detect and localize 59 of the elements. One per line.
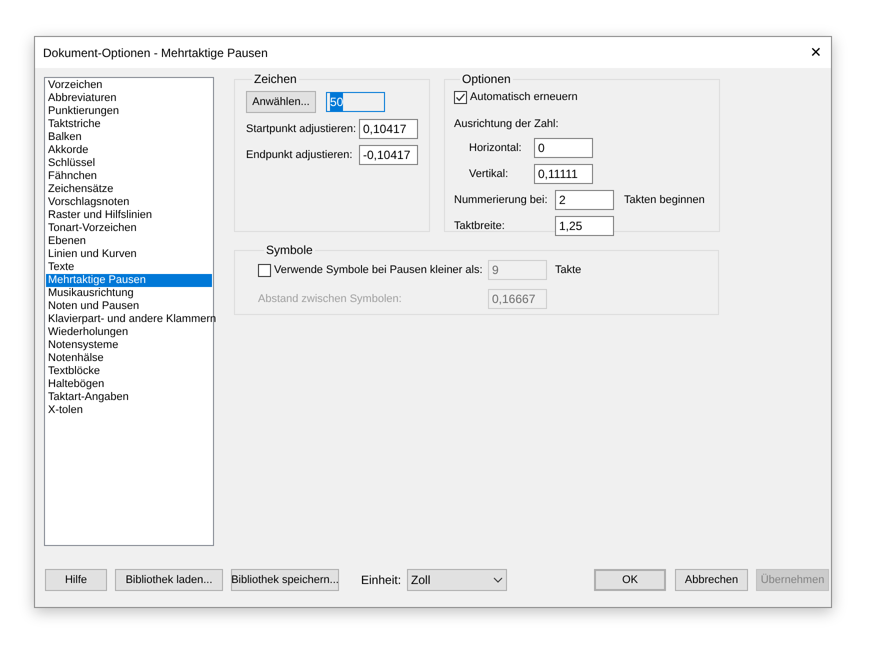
select-button[interactable]: Anwählen... bbox=[246, 91, 316, 113]
ok-button[interactable]: OK bbox=[594, 569, 666, 591]
field-suffix: Takten beginnen bbox=[624, 192, 705, 208]
list-item[interactable]: Vorschlagsnoten bbox=[46, 196, 212, 209]
checkbox-label: Automatisch erneuern bbox=[470, 90, 578, 105]
list-item[interactable]: Abbreviaturen bbox=[46, 92, 212, 105]
footer-button[interactable]: Bibliothek laden... bbox=[115, 569, 223, 591]
list-item[interactable]: Notensysteme bbox=[46, 339, 212, 352]
field-label: Nummerierung bei: bbox=[454, 192, 549, 208]
list-item[interactable]: Wiederholungen bbox=[46, 326, 212, 339]
checkbox[interactable] bbox=[454, 90, 467, 104]
footer-button[interactable]: Hilfe bbox=[45, 569, 107, 591]
list-item[interactable]: Haltebögen bbox=[46, 378, 212, 391]
cancel-button[interactable]: Abbrechen bbox=[675, 569, 748, 591]
input-field[interactable]: 1,25 bbox=[555, 216, 614, 236]
group-title: Optionen bbox=[461, 71, 512, 88]
field-label: Taktbreite: bbox=[454, 218, 506, 234]
list-item[interactable]: Taktstriche bbox=[46, 118, 212, 131]
field-label: Endpunkt adjustieren: bbox=[246, 148, 352, 163]
section-label: Ausrichtung der Zahl: bbox=[454, 116, 560, 132]
list-item[interactable]: Vorzeichen bbox=[46, 79, 212, 92]
field-label: Vertikal: bbox=[469, 166, 510, 182]
field-label: Startpunkt adjustieren: bbox=[246, 122, 356, 137]
list-item[interactable]: Notenhälse bbox=[46, 352, 212, 365]
input-field[interactable]: -0,10417 bbox=[359, 145, 418, 165]
input-field[interactable]: 50 bbox=[326, 92, 385, 112]
unit-label: Einheit: bbox=[361, 572, 402, 589]
input-field[interactable]: 0 bbox=[534, 138, 593, 158]
field-label: Horizontal: bbox=[469, 140, 523, 156]
input-field[interactable]: 0,11111 bbox=[534, 164, 593, 184]
list-item[interactable]: Balken bbox=[46, 131, 212, 144]
footer-button[interactable]: Bibliothek speichern... bbox=[231, 569, 339, 591]
list-item[interactable]: Schlüssel bbox=[46, 157, 212, 170]
list-item[interactable]: Texte bbox=[46, 261, 212, 274]
list-item[interactable]: Akkorde bbox=[46, 144, 212, 157]
group-title: Symbole bbox=[265, 242, 314, 259]
field-suffix: Takte bbox=[555, 262, 582, 278]
field-label: Abstand zwischen Symbolen: bbox=[258, 292, 403, 307]
list-item[interactable]: Noten und Pausen bbox=[46, 300, 212, 313]
close-button[interactable]: ✕ bbox=[801, 38, 831, 68]
unit-dropdown[interactable]: Zoll bbox=[407, 569, 508, 591]
list-item[interactable]: Zeichensätze bbox=[46, 183, 212, 196]
list-item[interactable]: Fähnchen bbox=[46, 170, 212, 183]
checkbox-label: Verwende Symbole bei Pausen kleiner als: bbox=[274, 262, 483, 278]
list-item[interactable]: Linien und Kurven bbox=[46, 248, 212, 261]
list-item[interactable]: X-tolen bbox=[46, 404, 212, 417]
chevron-down-icon bbox=[493, 577, 504, 583]
input-field[interactable]: 0,10417 bbox=[359, 119, 418, 139]
group-title: Zeichen bbox=[253, 71, 298, 88]
list-item[interactable]: Mehrtaktige Pausen bbox=[46, 274, 212, 287]
list-item[interactable]: Punktierungen bbox=[46, 105, 212, 118]
list-item[interactable]: Ebenen bbox=[46, 235, 212, 248]
input-field[interactable]: 2 bbox=[555, 190, 614, 210]
list-item[interactable]: Taktart-Angaben bbox=[46, 391, 212, 404]
list-item[interactable]: Tonart-Vorzeichen bbox=[46, 222, 212, 235]
list-item[interactable]: Raster und Hilfslinien bbox=[46, 209, 212, 222]
list-item[interactable]: Musikausrichtung bbox=[46, 287, 212, 300]
list-item[interactable]: Textblöcke bbox=[46, 365, 212, 378]
window-title: Dokument-Optionen - Mehrtaktige Pausen bbox=[43, 44, 268, 62]
